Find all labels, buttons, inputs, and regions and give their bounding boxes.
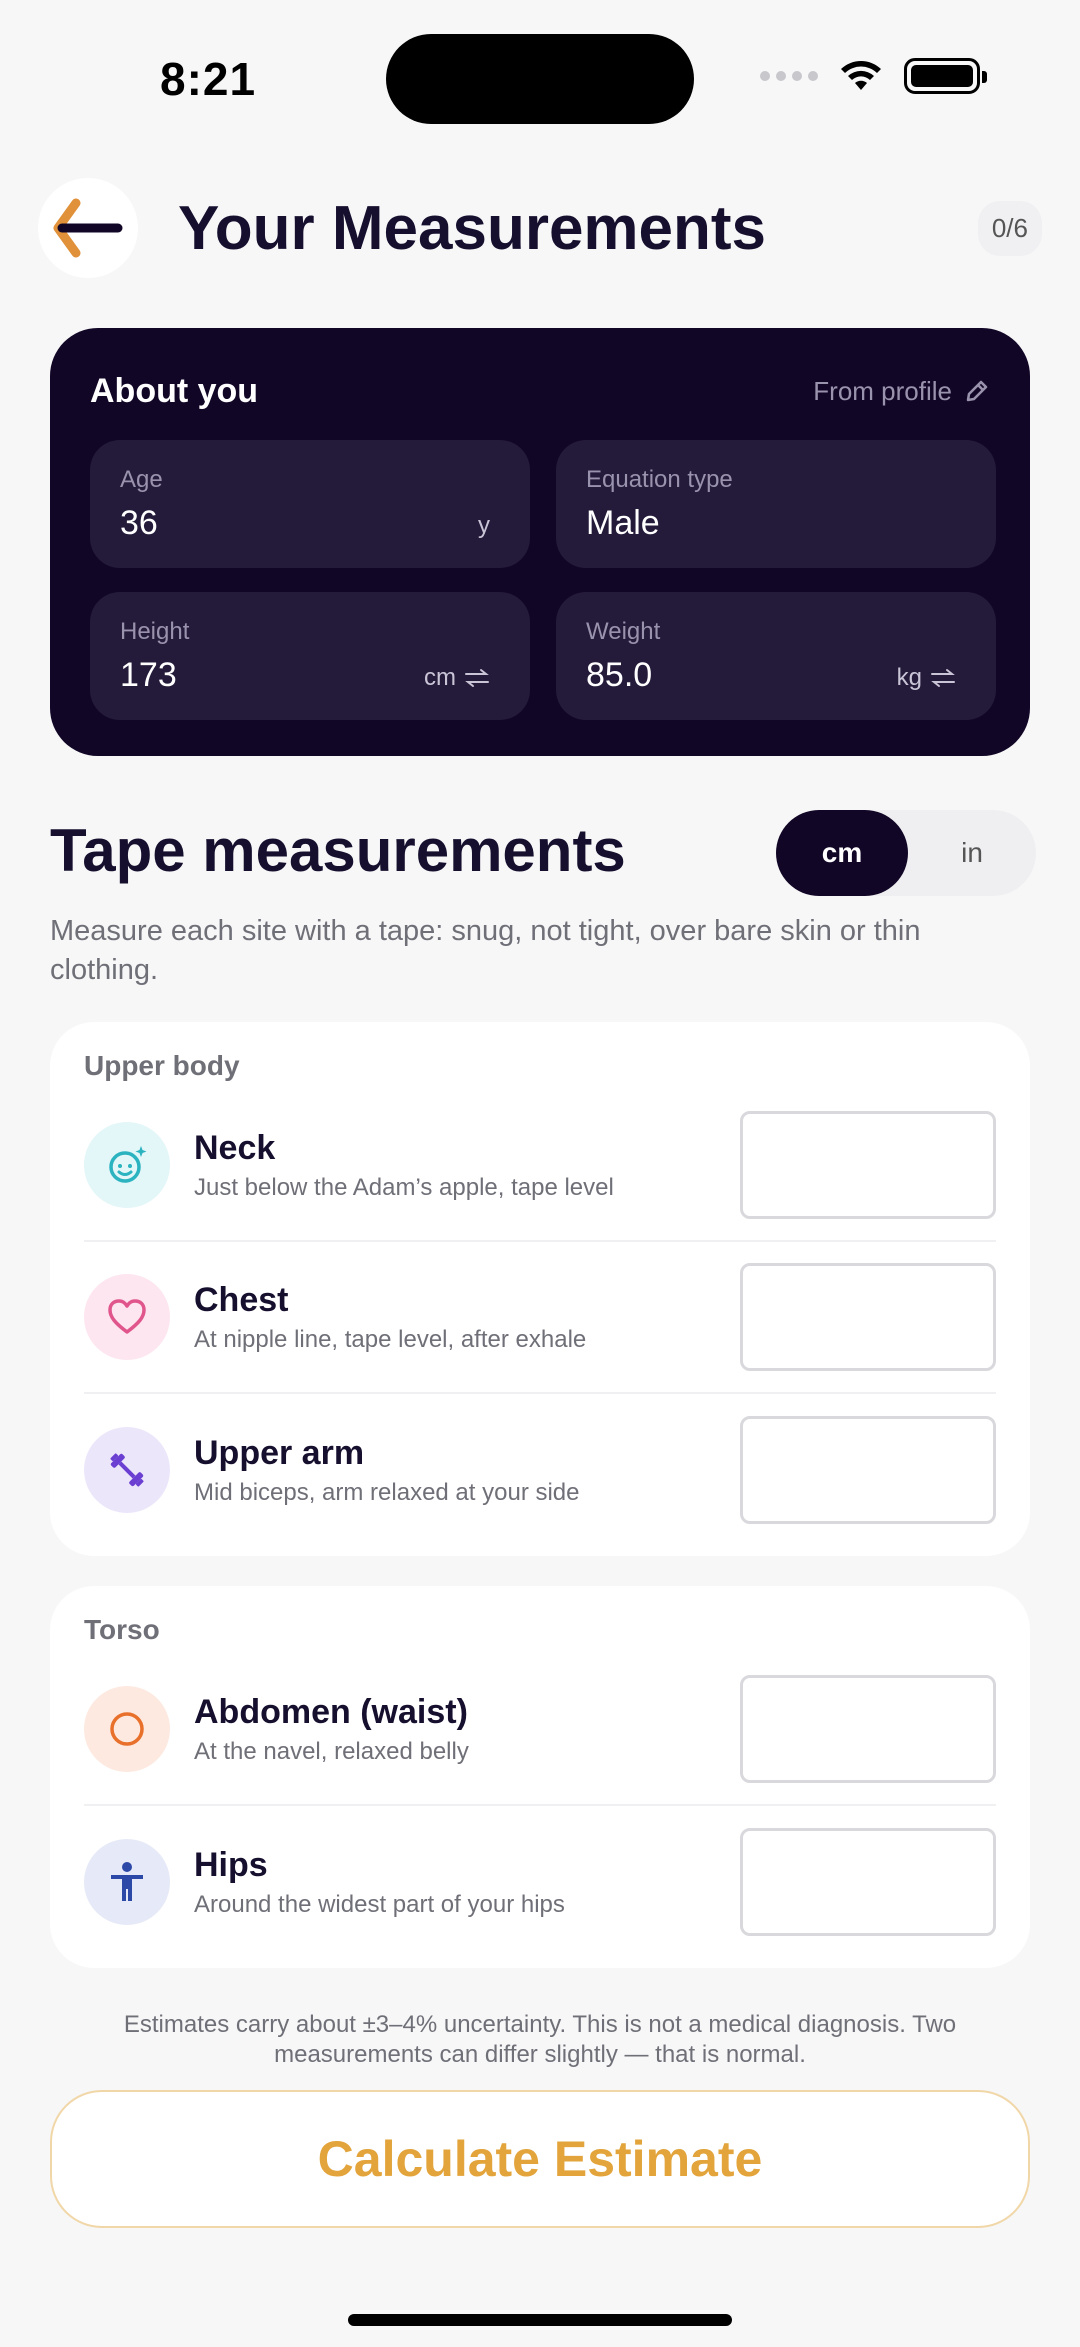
weight-unit-toggle[interactable]: kg: [897, 664, 956, 692]
section-title: Upper body: [84, 1050, 240, 1081]
battery-icon: [904, 58, 987, 94]
upper-body-section: Upper body Neck Just below the Adam’s ap…: [50, 1022, 1030, 1556]
weight-field[interactable]: Weight 85.0 kg: [556, 592, 996, 720]
status-bar: 8:21: [0, 0, 1080, 160]
equation-value: Male: [586, 504, 660, 542]
signal-icon: [760, 71, 818, 81]
section-title: Torso: [84, 1614, 160, 1645]
measurement-hint: Around the widest part of your hips: [194, 1890, 565, 1918]
heart-icon: [84, 1274, 170, 1360]
equation-type-field[interactable]: Equation type Male: [556, 440, 996, 568]
home-indicator[interactable]: [348, 2314, 732, 2326]
chest-input[interactable]: [740, 1263, 996, 1371]
header: Your Measurements 0/6: [38, 178, 1042, 278]
weight-unit: kg: [896, 664, 922, 691]
dynamic-island: [386, 34, 694, 124]
page-title: Your Measurements: [178, 193, 767, 263]
measurement-hint: Mid biceps, arm relaxed at your side: [194, 1478, 580, 1506]
measurement-name: Hips: [194, 1845, 268, 1884]
circle-icon: [84, 1686, 170, 1772]
dumbbell-icon: [84, 1427, 170, 1513]
age-field[interactable]: Age 36 y: [90, 440, 530, 568]
abdomen-input[interactable]: [740, 1675, 996, 1783]
tape-description: Measure each site with a tape: snug, not…: [50, 915, 921, 986]
back-button[interactable]: [38, 178, 138, 278]
tape-measurements-title: Tape measurements: [50, 817, 626, 884]
status-icons: [760, 58, 987, 94]
calculate-estimate-button[interactable]: Calculate Estimate: [50, 2090, 1030, 2228]
disclaimer-text: Estimates carry about ±3–4% uncertainty.…: [123, 2011, 957, 2068]
about-you-card: About you From profile Age 36 y Equation…: [50, 328, 1030, 756]
measurement-row-upper-arm: Upper arm Mid biceps, arm relaxed at you…: [84, 1394, 996, 1546]
neck-input[interactable]: [740, 1111, 996, 1219]
progress-count: 0/6: [977, 200, 1042, 256]
person-icon: [84, 1839, 170, 1925]
edit-profile-link[interactable]: From profile: [813, 376, 990, 407]
unit-toggle[interactable]: cm in: [776, 810, 1036, 896]
age-value: 36: [120, 504, 158, 542]
measurement-row-abdomen: Abdomen (waist) At the navel, relaxed be…: [84, 1654, 996, 1806]
age-label: Age: [120, 466, 163, 493]
measurement-hint: Just below the Adam’s apple, tape level: [194, 1173, 614, 1201]
upper-arm-input[interactable]: [740, 1416, 996, 1524]
wifi-icon: [841, 61, 881, 90]
equation-label: Equation type: [586, 466, 733, 493]
measurement-hint: At nipple line, tape level, after exhale: [194, 1325, 587, 1353]
measurement-name: Neck: [194, 1128, 276, 1167]
measurement-row-hips: Hips Around the widest part of your hips: [84, 1806, 996, 1958]
face-icon: [84, 1122, 170, 1208]
status-time: 8:21: [160, 53, 257, 105]
height-field[interactable]: Height 173 cm: [90, 592, 530, 720]
pencil-icon: [966, 380, 988, 402]
torso-section: Torso Abdomen (waist) At the navel, rela…: [50, 1586, 1030, 1968]
measurement-name: Chest: [194, 1280, 289, 1319]
hips-input[interactable]: [740, 1828, 996, 1936]
height-label: Height: [120, 618, 190, 645]
swap-icon: [931, 669, 955, 687]
height-unit: cm: [424, 664, 456, 691]
measurement-name: Abdomen (waist): [194, 1692, 468, 1731]
about-title: About you: [90, 371, 259, 410]
height-unit-toggle[interactable]: cm: [424, 664, 490, 692]
age-unit: y: [478, 512, 490, 539]
weight-label: Weight: [586, 618, 661, 645]
swap-icon: [465, 669, 489, 687]
measurement-name: Upper arm: [194, 1433, 365, 1472]
measurement-hint: At the navel, relaxed belly: [194, 1737, 469, 1765]
measurement-row-neck: Neck Just below the Adam’s apple, tape l…: [84, 1090, 996, 1242]
from-profile-label: From profile: [813, 375, 952, 406]
unit-in-button[interactable]: in: [908, 810, 1036, 896]
back-arrow-icon: [53, 198, 123, 258]
unit-cm-button[interactable]: cm: [776, 810, 908, 896]
measurement-row-chest: Chest At nipple line, tape level, after …: [84, 1242, 996, 1394]
